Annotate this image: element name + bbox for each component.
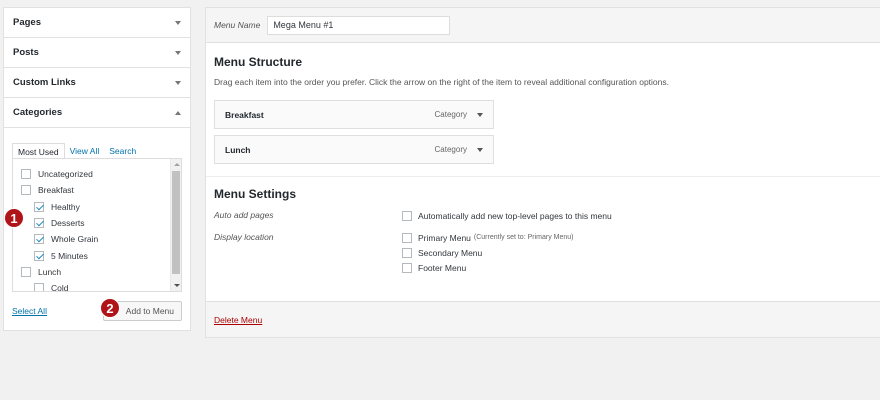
checkbox[interactable] — [21, 185, 31, 196]
accordion-posts-title: Posts — [13, 47, 39, 58]
menu-name-input[interactable]: Mega Menu #1 — [267, 15, 451, 35]
menu-footer: Delete Menu — [206, 301, 880, 337]
location-primary-label: Primary Menu — [418, 232, 471, 243]
menu-items-list: Breakfast Category Lunch Category — [214, 100, 876, 164]
location-footer-label: Footer Menu — [418, 262, 467, 273]
menu-header: Menu Name Mega Menu #1 — [206, 8, 880, 43]
location-primary-option[interactable]: Primary Menu (Currently set to: Primary … — [402, 230, 574, 245]
scroll-down-arrow-icon[interactable] — [174, 284, 180, 287]
location-secondary-option[interactable]: Secondary Menu — [402, 245, 574, 260]
checkbox[interactable] — [21, 266, 31, 277]
category-label: Breakfast — [38, 185, 74, 196]
expand-arrow-icon[interactable] — [477, 147, 483, 152]
tab-most-used[interactable]: Most Used — [12, 143, 65, 159]
accordion-categories-header[interactable]: Categories — [4, 98, 190, 127]
menu-edit-panel: Menu Name Mega Menu #1 Menu Structure Dr… — [205, 7, 880, 338]
categories-tabs: Most Used View All Search — [12, 143, 182, 159]
menu-item-title: Breakfast — [225, 109, 264, 120]
category-checklist: Uncategorized Breakfast Healthy Desserts… — [12, 158, 182, 292]
checkbox[interactable] — [21, 169, 31, 180]
expand-arrow-icon[interactable] — [477, 112, 483, 117]
category-label: Healthy — [51, 201, 80, 212]
display-location-row: Display location Primary Menu (Currently… — [214, 230, 876, 275]
category-item-healthy[interactable]: Healthy — [13, 199, 181, 215]
auto-add-options: Automatically add new top-level pages to… — [402, 208, 612, 223]
location-secondary-label: Secondary Menu — [418, 247, 483, 258]
menu-item-meta: Category — [435, 110, 483, 119]
menu-item-meta: Category — [435, 145, 483, 154]
menu-name-label: Menu Name — [214, 20, 261, 30]
accordion-categories: Categories Most Used View All Search Unc… — [3, 97, 191, 331]
accordion-custom-links[interactable]: Custom Links — [3, 67, 191, 98]
menu-item-lunch[interactable]: Lunch Category — [214, 135, 494, 164]
category-label: Lunch — [38, 266, 62, 277]
select-all-link[interactable]: Select All — [12, 306, 47, 316]
tab-view-all[interactable]: View All — [65, 143, 105, 159]
step-badge-1: 1 — [4, 208, 24, 228]
checklist-scrollbar[interactable] — [170, 159, 181, 291]
delete-menu-link[interactable]: Delete Menu — [214, 315, 262, 325]
accordion-pages[interactable]: Pages — [3, 7, 191, 38]
menu-structure-section: Menu Structure Drag each item into the o… — [206, 43, 880, 164]
accordion-pages-header[interactable]: Pages — [4, 8, 190, 37]
caret-down-icon[interactable] — [175, 80, 181, 85]
checkbox[interactable] — [402, 232, 412, 243]
category-item-cold[interactable]: Cold — [13, 280, 181, 292]
category-item-uncategorized[interactable]: Uncategorized — [13, 166, 181, 182]
checkbox[interactable] — [34, 283, 44, 291]
category-label: Whole Grain — [51, 234, 99, 245]
checkbox[interactable] — [402, 247, 412, 258]
category-item-desserts[interactable]: Desserts — [13, 215, 181, 231]
checkbox[interactable] — [402, 210, 412, 221]
category-item-5-minutes[interactable]: 5 Minutes — [13, 247, 181, 263]
category-item-breakfast[interactable]: Breakfast — [13, 182, 181, 198]
tab-search[interactable]: Search — [104, 143, 141, 159]
menu-structure-title: Menu Structure — [214, 55, 303, 69]
display-location-options: Primary Menu (Currently set to: Primary … — [402, 230, 574, 275]
menu-item-type: Category — [434, 145, 467, 154]
auto-add-option-label: Automatically add new top-level pages to… — [418, 210, 612, 221]
checkbox-checked[interactable] — [34, 201, 44, 212]
accordion-posts-header[interactable]: Posts — [4, 38, 190, 67]
caret-up-icon[interactable] — [175, 110, 181, 115]
category-item-whole-grain[interactable]: Whole Grain — [13, 231, 181, 247]
accordion-custom-links-title: Custom Links — [13, 77, 76, 88]
categories-panel: Most Used View All Search Uncategorized … — [4, 127, 190, 330]
checkbox-checked[interactable] — [34, 234, 44, 245]
scrollbar-thumb[interactable] — [172, 171, 180, 274]
checkbox-checked[interactable] — [34, 250, 44, 261]
menu-item-type: Category — [434, 110, 467, 119]
caret-down-icon[interactable] — [175, 20, 181, 25]
menu-item-title: Lunch — [225, 144, 251, 155]
categories-footer: Select All Add to Menu — [12, 301, 182, 321]
category-item-lunch[interactable]: Lunch — [13, 264, 181, 280]
category-label: 5 Minutes — [51, 250, 88, 261]
accordion-custom-links-header[interactable]: Custom Links — [4, 68, 190, 97]
menu-items-sidebar: Pages Posts Custom Links Categories Most… — [3, 7, 191, 331]
location-primary-note: (Currently set to: Primary Menu) — [473, 234, 574, 241]
step-badge-2: 2 — [100, 298, 120, 318]
location-footer-option[interactable]: Footer Menu — [402, 260, 574, 275]
category-label: Cold — [51, 283, 69, 292]
accordion-posts[interactable]: Posts — [3, 37, 191, 68]
menu-item-breakfast[interactable]: Breakfast Category — [214, 100, 494, 129]
menu-settings-section: Menu Settings Auto add pages Automatical… — [206, 177, 880, 275]
category-label: Uncategorized — [38, 169, 93, 180]
menu-structure-description: Drag each item into the order you prefer… — [214, 77, 669, 87]
checkbox[interactable] — [402, 262, 412, 273]
display-location-label: Display location — [214, 232, 274, 242]
accordion-pages-title: Pages — [13, 17, 41, 28]
checkbox-checked[interactable] — [34, 218, 44, 229]
category-label: Desserts — [51, 218, 85, 229]
auto-add-row: Auto add pages Automatically add new top… — [214, 208, 876, 223]
menu-settings-title: Menu Settings — [214, 187, 297, 201]
caret-down-icon[interactable] — [175, 50, 181, 55]
auto-add-option[interactable]: Automatically add new top-level pages to… — [402, 208, 612, 223]
scroll-up-arrow-icon[interactable] — [174, 163, 180, 166]
auto-add-label: Auto add pages — [214, 210, 274, 220]
accordion-categories-title: Categories — [13, 107, 63, 118]
